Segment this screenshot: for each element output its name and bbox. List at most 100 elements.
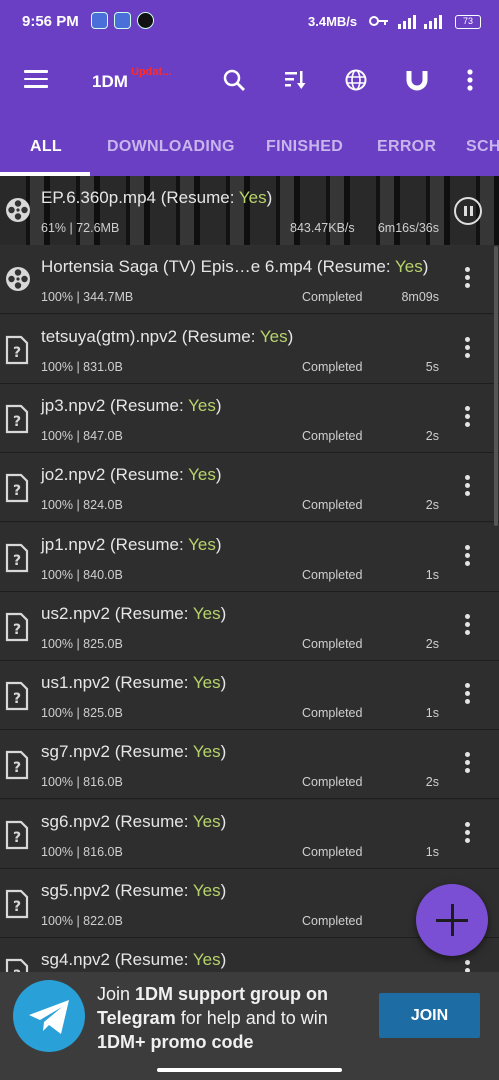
resume-close: ) — [220, 950, 227, 970]
download-row[interactable]: ? jp1.npv2 (Resume: Yes) 100% | 840.0B Comp… — [0, 522, 499, 592]
file-name: sg5.npv2 (Resume: Yes) — [41, 881, 226, 901]
resume-value: Yes — [192, 603, 221, 623]
app-notification-icon — [114, 12, 131, 29]
resume-close: ) — [266, 188, 273, 207]
signal-icon — [398, 13, 416, 29]
unknown-file-icon: ? — [4, 404, 32, 434]
more-vert-icon[interactable] — [458, 544, 476, 571]
more-vert-icon[interactable] — [458, 336, 476, 363]
resume-close: ) — [220, 811, 227, 831]
resume-value: Yes — [192, 742, 221, 762]
elapsed-time: 1s — [425, 567, 439, 582]
resume-value: Yes — [192, 673, 221, 693]
more-vert-icon[interactable] — [458, 752, 476, 778]
progress-size: 100% | 824.0B — [41, 498, 123, 513]
browser-icon[interactable] — [342, 66, 370, 94]
tab-downloading[interactable]: DOWNLOADING — [107, 138, 235, 156]
svg-text:?: ? — [13, 414, 21, 430]
download-row[interactable]: Hortensia Saga (TV) Epis…e 6.mp4 (Resume… — [0, 245, 499, 315]
progress-size: 100% | 822.0B — [41, 914, 123, 928]
elapsed-time: 6m16s/36s — [377, 221, 439, 235]
unknown-file-icon: ? — [4, 335, 32, 365]
battery-icon: 73 — [455, 15, 481, 29]
status-text: Completed — [302, 498, 363, 513]
signal-icons — [398, 13, 442, 29]
resume-close: ) — [220, 742, 227, 762]
download-row[interactable]: ? us2.npv2 (Resume: Yes) 100% | 825.0B Comp… — [0, 591, 499, 661]
more-icon[interactable] — [456, 66, 484, 94]
progress-size: 100% | 831.0B — [41, 359, 123, 374]
resume-close: ) — [220, 603, 227, 623]
download-row[interactable]: ? tetsuya(gtm).npv2 (Resume: Yes) 100% | 8… — [0, 314, 499, 384]
file-name: sg7.npv2 (Resume: Yes) — [41, 742, 226, 762]
svg-text:?: ? — [13, 553, 21, 569]
join-button[interactable]: JOIN — [379, 993, 480, 1038]
resume-value: Yes — [188, 534, 216, 554]
elapsed-time: 2s — [425, 498, 439, 513]
file-name-text: sg4.npv2 — [41, 950, 110, 970]
more-vert-icon[interactable] — [458, 475, 476, 501]
unknown-file-icon: ? — [4, 889, 32, 919]
pause-icon[interactable] — [454, 197, 482, 225]
file-name-text: sg7.npv2 — [41, 742, 110, 762]
more-vert-icon[interactable] — [458, 267, 476, 293]
file-name-text: sg5.npv2 — [41, 881, 110, 900]
resume-label: (Resume: — [316, 257, 396, 277]
update-badge[interactable]: Updat... — [131, 66, 171, 78]
tab-finished[interactable]: FINISHED — [266, 138, 343, 156]
resume-close: ) — [215, 465, 222, 485]
magnet-icon[interactable] — [403, 66, 431, 94]
resume-label: (Resume: — [114, 950, 193, 970]
notification-icons — [91, 12, 154, 29]
file-name: tetsuya(gtm).npv2 (Resume: Yes) — [41, 327, 293, 347]
sort-icon[interactable] — [281, 66, 309, 94]
more-vert-icon[interactable] — [458, 821, 476, 848]
app-notification-icon — [137, 12, 154, 29]
tab-scheduled[interactable]: SCH — [466, 138, 499, 156]
resume-label: (Resume: — [114, 881, 193, 900]
download-row[interactable]: ? us1.npv2 (Resume: Yes) 100% | 825.0B Comp… — [0, 661, 499, 731]
more-vert-icon[interactable] — [458, 405, 476, 432]
resume-label: (Resume: — [114, 742, 193, 762]
download-row[interactable]: ? jp3.npv2 (Resume: Yes) 100% | 847.0B Comp… — [0, 383, 499, 453]
file-name-text: us1.npv2 — [41, 673, 110, 693]
telegram-banner: Join 1DM support group on Telegram for h… — [0, 972, 499, 1062]
more-vert-icon[interactable] — [458, 613, 476, 640]
resume-close: ) — [220, 673, 227, 693]
resume-value: Yes — [192, 881, 221, 900]
status-text: Completed — [302, 290, 363, 305]
unknown-file-icon: ? — [4, 543, 32, 573]
download-row[interactable]: ? sg7.npv2 (Resume: Yes) 100% | 816.0B Comp… — [0, 730, 499, 800]
resume-label: (Resume: — [114, 811, 193, 831]
status-text: Completed — [302, 706, 363, 721]
add-download-button[interactable] — [416, 884, 488, 956]
download-row[interactable]: ? sg6.npv2 (Resume: Yes) 100% | 816.0B Comp… — [0, 799, 499, 869]
resume-value: Yes — [259, 326, 288, 346]
scrollbar[interactable] — [494, 246, 498, 526]
resume-close: ) — [422, 257, 429, 277]
progress-size: 100% | 816.0B — [41, 775, 123, 790]
banner-text-part: 1DM support group on — [135, 984, 329, 1004]
download-row[interactable]: EP.6.360p.mp4 (Resume: Yes) 61% | 72.6MB 8… — [0, 176, 499, 245]
status-text: Completed — [302, 359, 363, 374]
resume-close: ) — [287, 326, 294, 346]
svg-text:?: ? — [13, 899, 21, 915]
file-name-text: jo2.npv2 — [41, 465, 106, 485]
progress-size: 100% | 840.0B — [41, 567, 123, 582]
svg-text:?: ? — [13, 483, 21, 499]
resume-label: (Resume: — [110, 465, 189, 485]
battery-level: 73 — [462, 16, 473, 26]
more-vert-icon[interactable] — [458, 683, 476, 709]
file-name-text: sg6.npv2 — [41, 811, 110, 831]
search-icon[interactable] — [220, 66, 248, 94]
tab-error[interactable]: ERROR — [377, 138, 436, 156]
unknown-file-icon: ? — [4, 681, 32, 711]
home-gesture-handle[interactable] — [157, 1068, 342, 1072]
unknown-file-icon: ? — [4, 750, 32, 780]
tab-all[interactable]: ALL — [30, 138, 62, 156]
menu-icon[interactable] — [24, 70, 48, 88]
status-bar: 9:56 PM 3.4MB/s 73 — [0, 0, 499, 46]
banner-text-part: Join — [97, 984, 136, 1004]
download-row[interactable]: ? jo2.npv2 (Resume: Yes) 100% | 824.0B Comp… — [0, 453, 499, 523]
banner-text-part: 1DM+ promo code — [97, 1032, 254, 1052]
